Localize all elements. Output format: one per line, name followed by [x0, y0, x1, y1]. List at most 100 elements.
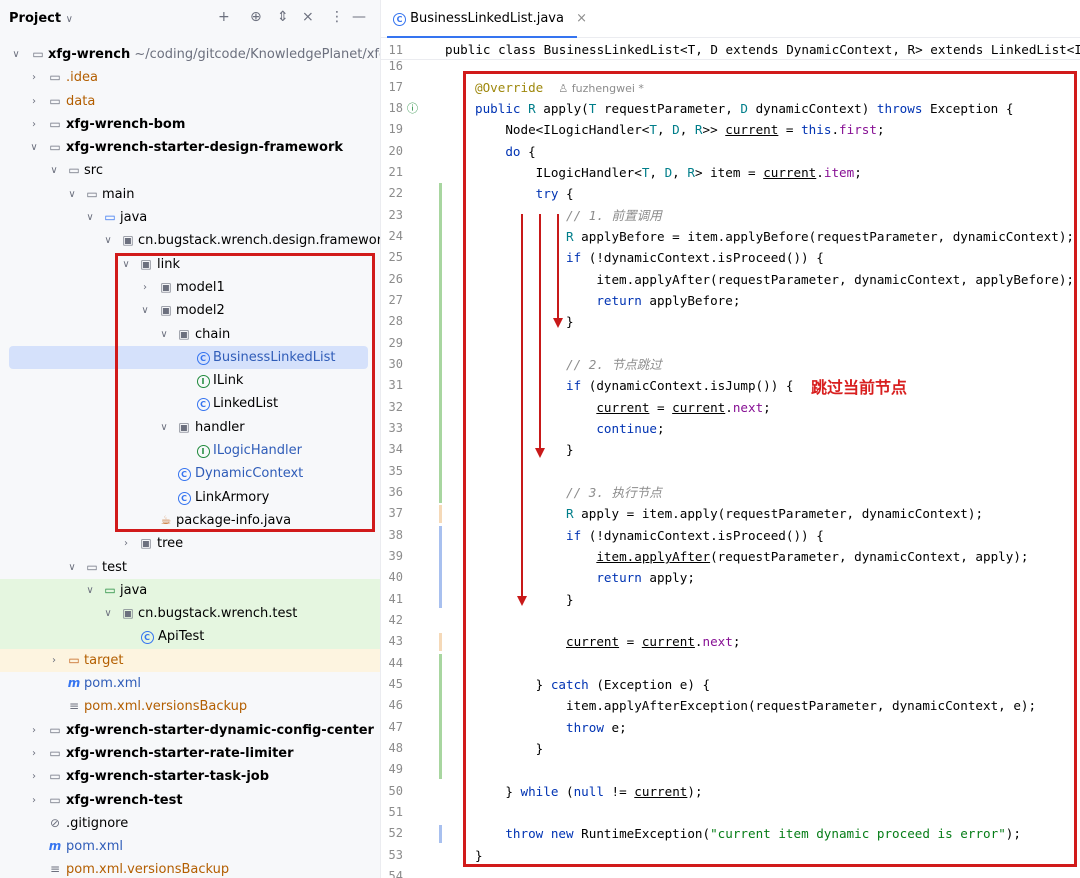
tree-item-gitignore[interactable]: ⊘ .gitignore: [0, 812, 380, 835]
active-tab-indicator: [387, 36, 577, 38]
tree-item-pom[interactable]: m pom.xml: [0, 672, 380, 695]
highlight-box-link-package: [115, 253, 375, 532]
chevron-down-icon[interactable]: ∨: [102, 602, 114, 625]
module-folder-icon: ▭: [49, 745, 61, 760]
text-file-icon: ≡: [68, 699, 80, 714]
tree-item-test-java[interactable]: ∨ ▭ java: [0, 578, 380, 603]
tree-item-label: pom.xml.versionsBackup: [84, 699, 248, 715]
tree-item-rate-limiter[interactable]: › ▭ xfg-wrench-starter-rate-limiter: [0, 742, 380, 765]
maven-icon: m: [48, 839, 62, 854]
module-folder-icon: ▭: [49, 722, 61, 737]
vcs-change-marker[interactable]: [439, 183, 442, 503]
tree-item-task-job[interactable]: › ▭ xfg-wrench-starter-task-job: [0, 765, 380, 788]
chevron-right-icon[interactable]: ›: [28, 719, 40, 742]
tree-item-pom-backup[interactable]: ≡ pom.xml.versionsBackup: [0, 695, 380, 718]
module-folder-icon: ▭: [49, 792, 61, 807]
line-number: 46: [388, 698, 403, 712]
tree-item-label: xfg-wrench-starter-design-framework: [66, 140, 344, 156]
tree-item-src[interactable]: ∨ ▭ src: [0, 159, 380, 182]
tab-label: BusinessLinkedList.java: [410, 11, 564, 26]
tree-item-wrench-test[interactable]: › ▭ xfg-wrench-test: [0, 789, 380, 812]
folder-icon: ▭: [68, 652, 80, 667]
tree-item-label: .idea: [66, 70, 98, 86]
ignore-file-icon: ⊘: [49, 815, 61, 830]
chevron-right-icon[interactable]: ›: [48, 649, 60, 672]
chevron-right-icon[interactable]: ›: [120, 532, 132, 555]
tree-item-package[interactable]: ∨ ▣ cn.bugstack.wrench.design.framework: [0, 229, 380, 252]
line-number: 25: [388, 250, 403, 264]
tree-item-label: ApiTest: [158, 629, 205, 645]
chevron-right-icon[interactable]: ›: [28, 789, 40, 812]
chevron-down-icon[interactable]: ∨: [10, 43, 22, 66]
editor-tabbar: C BusinessLinkedList.java ×: [381, 0, 1080, 38]
tree-item-label: xfg-wrench-starter-task-job: [66, 769, 270, 785]
chevron-right-icon[interactable]: ›: [28, 90, 40, 113]
tree-item-path: ~/coding/gitcode/KnowledgePlanet/xfg-wre: [134, 47, 380, 62]
line-number: 54: [388, 869, 403, 878]
editor-tab[interactable]: C BusinessLinkedList.java ×: [393, 0, 587, 38]
locate-icon[interactable]: ⊕: [250, 9, 262, 25]
folder-icon: ▭: [49, 93, 61, 108]
chevron-down-icon[interactable]: ∨: [66, 556, 78, 579]
class-icon: C: [393, 13, 406, 26]
chevron-right-icon[interactable]: ›: [28, 113, 40, 136]
chevron-down-icon[interactable]: ∨: [66, 183, 78, 206]
line-number: 45: [388, 677, 403, 691]
tree-item-bom[interactable]: › ▭ xfg-wrench-bom: [0, 113, 380, 136]
tree-item-data[interactable]: › ▭ data: [0, 90, 380, 113]
tree-item-label: pom.xml: [84, 676, 141, 692]
tree-item-test-package[interactable]: ∨ ▣ cn.bugstack.wrench.test: [0, 602, 380, 626]
chevron-down-icon[interactable]: ∨: [28, 136, 40, 159]
tree-item-dynamic-config[interactable]: › ▭ xfg-wrench-starter-dynamic-config-cent…: [0, 719, 380, 742]
tree-item-label: data: [66, 93, 96, 109]
tree-item-label: cn.bugstack.wrench.test: [138, 606, 298, 622]
tree-item-label: main: [102, 186, 135, 202]
line-number: 19: [388, 122, 403, 136]
line-number: 18: [388, 101, 403, 115]
tree-item-root-pom-backup[interactable]: ≡ pom.xml.versionsBackup: [0, 858, 380, 878]
collapse-all-icon[interactable]: ⨯: [302, 9, 314, 25]
vcs-change-marker[interactable]: [439, 825, 442, 843]
text-file-icon: ≡: [49, 862, 61, 877]
tree-item-label: xfg-wrench-starter-rate-limiter: [66, 745, 294, 761]
tree-item-apitest[interactable]: C ApiTest: [0, 625, 380, 649]
add-icon[interactable]: +: [218, 9, 230, 25]
project-header: Project ∨ + ⊕ ⇕ ⨯ ⋮ —: [0, 0, 380, 38]
line-number: 33: [388, 421, 403, 435]
tree-item-target[interactable]: › ▭ target: [0, 648, 380, 673]
implements-gutter-icon[interactable]: ⓘ: [407, 98, 418, 119]
chevron-down-icon[interactable]: ∨: [84, 579, 96, 602]
vcs-change-marker[interactable]: [439, 505, 442, 523]
tree-item-main[interactable]: ∨ ▭ main: [0, 183, 380, 206]
tree-item-design-framework[interactable]: ∨ ▭ xfg-wrench-starter-design-framework: [0, 136, 380, 159]
chevron-down-icon[interactable]: ∨: [84, 206, 96, 229]
package-icon: ▣: [140, 536, 152, 551]
line-number: 43: [388, 634, 403, 648]
chevron-down-icon[interactable]: ∨: [102, 229, 114, 252]
code-line[interactable]: 54: [381, 866, 1080, 878]
tree-item-idea[interactable]: › ▭ .idea: [0, 66, 380, 89]
vcs-change-marker[interactable]: [439, 526, 442, 608]
line-number: 17: [388, 80, 403, 94]
vcs-change-marker[interactable]: [439, 654, 442, 779]
chevron-right-icon[interactable]: ›: [28, 742, 40, 765]
line-number: 53: [388, 848, 403, 862]
chevron-right-icon[interactable]: ›: [28, 765, 40, 788]
tree-item-java[interactable]: ∨ ▭ java: [0, 206, 380, 229]
chevron-right-icon[interactable]: ›: [28, 66, 40, 89]
hide-icon[interactable]: —: [352, 9, 366, 25]
tree-item-test[interactable]: ∨ ▭ test: [0, 556, 380, 579]
vcs-change-marker[interactable]: [439, 633, 442, 651]
close-icon[interactable]: ×: [576, 11, 587, 26]
chevron-down-icon[interactable]: ∨: [48, 159, 60, 182]
options-icon[interactable]: ⋮: [330, 9, 344, 25]
line-number: 27: [388, 293, 403, 307]
module-folder-icon: ▭: [49, 140, 61, 155]
tree-item-tree[interactable]: › ▣ tree: [0, 532, 380, 555]
line-number: 47: [388, 720, 403, 734]
project-title[interactable]: Project ∨: [9, 11, 73, 26]
tree-item-xfg-wrench[interactable]: ∨ ▭ xfg-wrench ~/coding/gitcode/KnowledgeP…: [0, 43, 380, 66]
expand-all-icon[interactable]: ⇕: [277, 9, 289, 25]
tree-item-root-pom[interactable]: m pom.xml: [0, 835, 380, 858]
maven-icon: m: [67, 676, 81, 691]
